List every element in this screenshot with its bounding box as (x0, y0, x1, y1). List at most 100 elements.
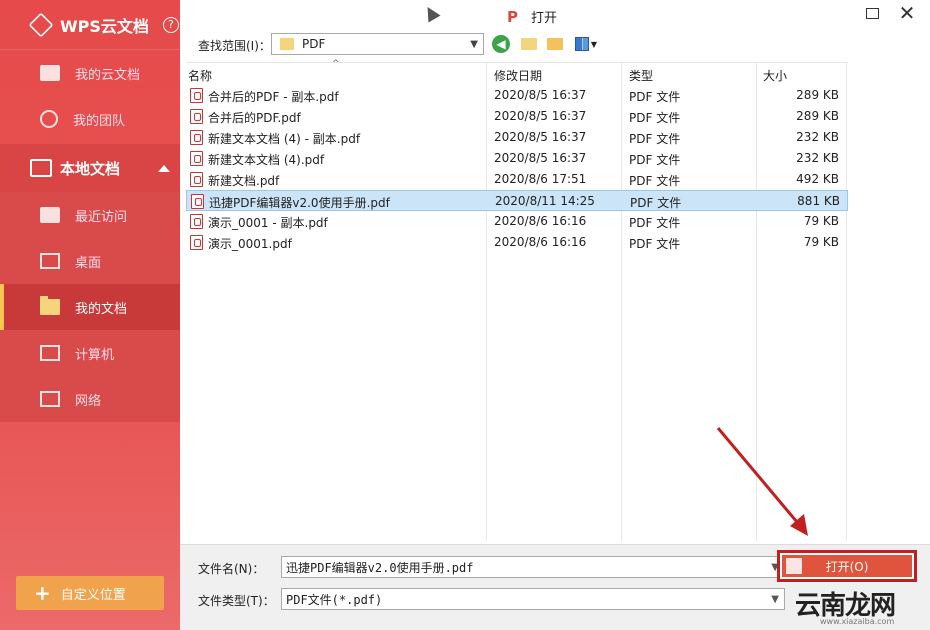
filetype-select[interactable]: PDF文件(*.pdf) ▼ (281, 588, 785, 610)
back-button[interactable]: ◀ (492, 35, 510, 53)
filename-label: 文件名(N)： (198, 562, 265, 576)
filename-input[interactable]: 迅捷PDF编辑器v2.0使用手册.pdf ▼ (281, 556, 785, 578)
section-label: 本地文档 (60, 159, 121, 178)
sidebar-item-my-team[interactable]: 我的团队 (0, 96, 180, 142)
dialog-title-text: 打开 (531, 11, 558, 26)
column-header-name[interactable]: 名称 (188, 67, 212, 84)
view-menu-button[interactable]: ▼ (573, 35, 599, 53)
file-size: 492 KB (796, 172, 839, 186)
file-row[interactable]: 合并后的PDF.pdf 2020/8/5 16:37 PDF 文件 289 KB (186, 106, 848, 127)
sidebar-item-my-documents[interactable]: 我的文档 (0, 284, 180, 330)
wps-cloud-logo-icon (28, 12, 54, 37)
close-button[interactable]: ✕ (896, 2, 918, 24)
sidebar-item-label: 桌面 (75, 255, 102, 271)
file-type: PDF 文件 (629, 153, 681, 167)
filetype-value: PDF文件(*.pdf) (286, 592, 383, 607)
network-icon (40, 391, 60, 407)
file-row[interactable]: 合并后的PDF - 副本.pdf 2020/8/5 16:37 PDF 文件 289 … (186, 85, 848, 106)
pdf-file-icon (190, 172, 203, 187)
custom-location-button[interactable]: + 自定义位置 (16, 576, 164, 610)
filetype-label: 文件类型(T)： (198, 594, 275, 608)
pdf-file-icon (190, 88, 203, 103)
folder-icon (40, 296, 60, 315)
sidebar: WPS云文档 ? 我的云文档 我的团队 本地文档 最近访问 桌面 我的文档 计算… (0, 0, 180, 630)
column-header-size[interactable]: 大小 (763, 67, 787, 84)
sidebar-item-my-cloud-docs[interactable]: 我的云文档 (0, 50, 180, 96)
pdf-file-icon (190, 130, 203, 145)
file-name: 新建文本文档 (4).pdf (208, 153, 325, 167)
sidebar-item-label: 网络 (75, 393, 102, 409)
chevron-down-icon: ▼ (771, 561, 779, 573)
collapse-caret-icon[interactable] (158, 164, 170, 172)
file-name: 合并后的PDF.pdf (208, 111, 301, 125)
annotation-arrow-icon (716, 427, 808, 536)
pdf-file-icon (190, 235, 203, 250)
sidebar-section-local-docs[interactable]: 本地文档 (0, 144, 180, 192)
file-size: 881 KB (797, 194, 840, 208)
desktop-icon (40, 253, 60, 269)
file-size: 289 KB (796, 109, 839, 123)
file-size: 289 KB (796, 88, 839, 102)
file-type: PDF 文件 (629, 132, 681, 146)
file-date: 2020/8/11 14:25 (495, 194, 595, 208)
custom-location-label: 自定义位置 (60, 587, 126, 603)
file-type: PDF 文件 (629, 237, 681, 251)
file-row[interactable]: 新建文本文档 (4).pdf 2020/8/5 16:37 PDF 文件 232 KB (186, 148, 848, 169)
file-date: 2020/8/6 16:16 (494, 214, 587, 228)
file-row[interactable]: 演示_0001 - 副本.pdf 2020/8/6 16:16 PDF 文件 79 K… (186, 211, 848, 232)
chevron-down-icon: ▼ (771, 593, 779, 605)
sidebar-item-label: 我的团队 (73, 113, 126, 129)
pdf-file-icon (190, 109, 203, 124)
file-name: 合并后的PDF - 副本.pdf (208, 90, 339, 104)
chevron-down-icon: ▼ (590, 39, 598, 49)
open-button[interactable]: 打开(O) (777, 550, 917, 582)
file-row[interactable]: 新建文本文档 (4) - 副本.pdf 2020/8/5 16:37 PDF 文件 2… (186, 127, 848, 148)
watermark-url: www.xiazaiba.com (820, 617, 895, 626)
title-bar: P 打开 ✕ (180, 0, 930, 32)
brand-name: WPS云文档 (60, 16, 149, 36)
location-toolbar: 查找范围(I)： PDF ▼ ◀ ▼ (180, 32, 930, 56)
pdf-file-icon (190, 214, 203, 229)
recent-folder-icon (40, 207, 60, 223)
monitor-icon (30, 159, 52, 177)
file-date: 2020/8/5 16:37 (494, 130, 587, 144)
file-type: PDF 文件 (629, 90, 681, 104)
computer-icon (40, 345, 60, 361)
sidebar-item-computer[interactable]: 计算机 (0, 330, 180, 376)
mouse-cursor-icon (421, 3, 441, 23)
file-type: PDF 文件 (629, 216, 681, 230)
sidebar-item-recent[interactable]: 最近访问 (0, 192, 180, 238)
pdf-file-icon (190, 151, 203, 166)
column-header-type[interactable]: 类型 (629, 67, 653, 84)
pdf-file-icon (191, 194, 204, 209)
up-folder-icon (521, 38, 537, 50)
file-name: 新建文档.pdf (208, 174, 280, 188)
sidebar-item-desktop[interactable]: 桌面 (0, 238, 180, 284)
file-date: 2020/8/5 16:37 (494, 88, 587, 102)
file-type: PDF 文件 (629, 111, 681, 125)
file-date: 2020/8/5 16:37 (494, 109, 587, 123)
file-name: 演示_0001.pdf (208, 237, 292, 251)
view-grid-icon (574, 37, 589, 51)
file-size: 232 KB (796, 130, 839, 144)
brand-header: WPS云文档 ? (0, 0, 180, 50)
file-row[interactable]: 新建文档.pdf 2020/8/6 17:51 PDF 文件 492 KB (186, 169, 848, 190)
sort-ascending-icon: ^ (332, 59, 340, 69)
open-button-label: 打开(O) (825, 559, 869, 574)
sidebar-item-label: 我的文档 (75, 301, 128, 317)
file-row[interactable]: 演示_0001.pdf 2020/8/6 16:16 PDF 文件 79 KB (186, 232, 848, 253)
plus-icon: + (34, 581, 51, 605)
up-folder-button[interactable] (520, 35, 538, 53)
sidebar-item-network[interactable]: 网络 (0, 376, 180, 422)
maximize-button[interactable] (866, 8, 879, 19)
sidebar-item-label: 我的云文档 (75, 67, 141, 83)
new-folder-button[interactable] (546, 35, 564, 53)
sidebar-item-label: 计算机 (75, 347, 115, 363)
file-row[interactable]: 迅捷PDF编辑器v2.0使用手册.pdf 2020/8/11 14:25 PDF 文… (186, 190, 848, 211)
chevron-down-icon: ▼ (470, 38, 478, 50)
lookin-dropdown[interactable]: PDF ▼ (271, 33, 484, 55)
file-name: 新建文本文档 (4) - 副本.pdf (208, 132, 361, 146)
file-name: 迅捷PDF编辑器v2.0使用手册.pdf (209, 196, 390, 210)
column-header-date[interactable]: 修改日期 (494, 67, 542, 84)
help-icon[interactable]: ? (162, 16, 179, 33)
